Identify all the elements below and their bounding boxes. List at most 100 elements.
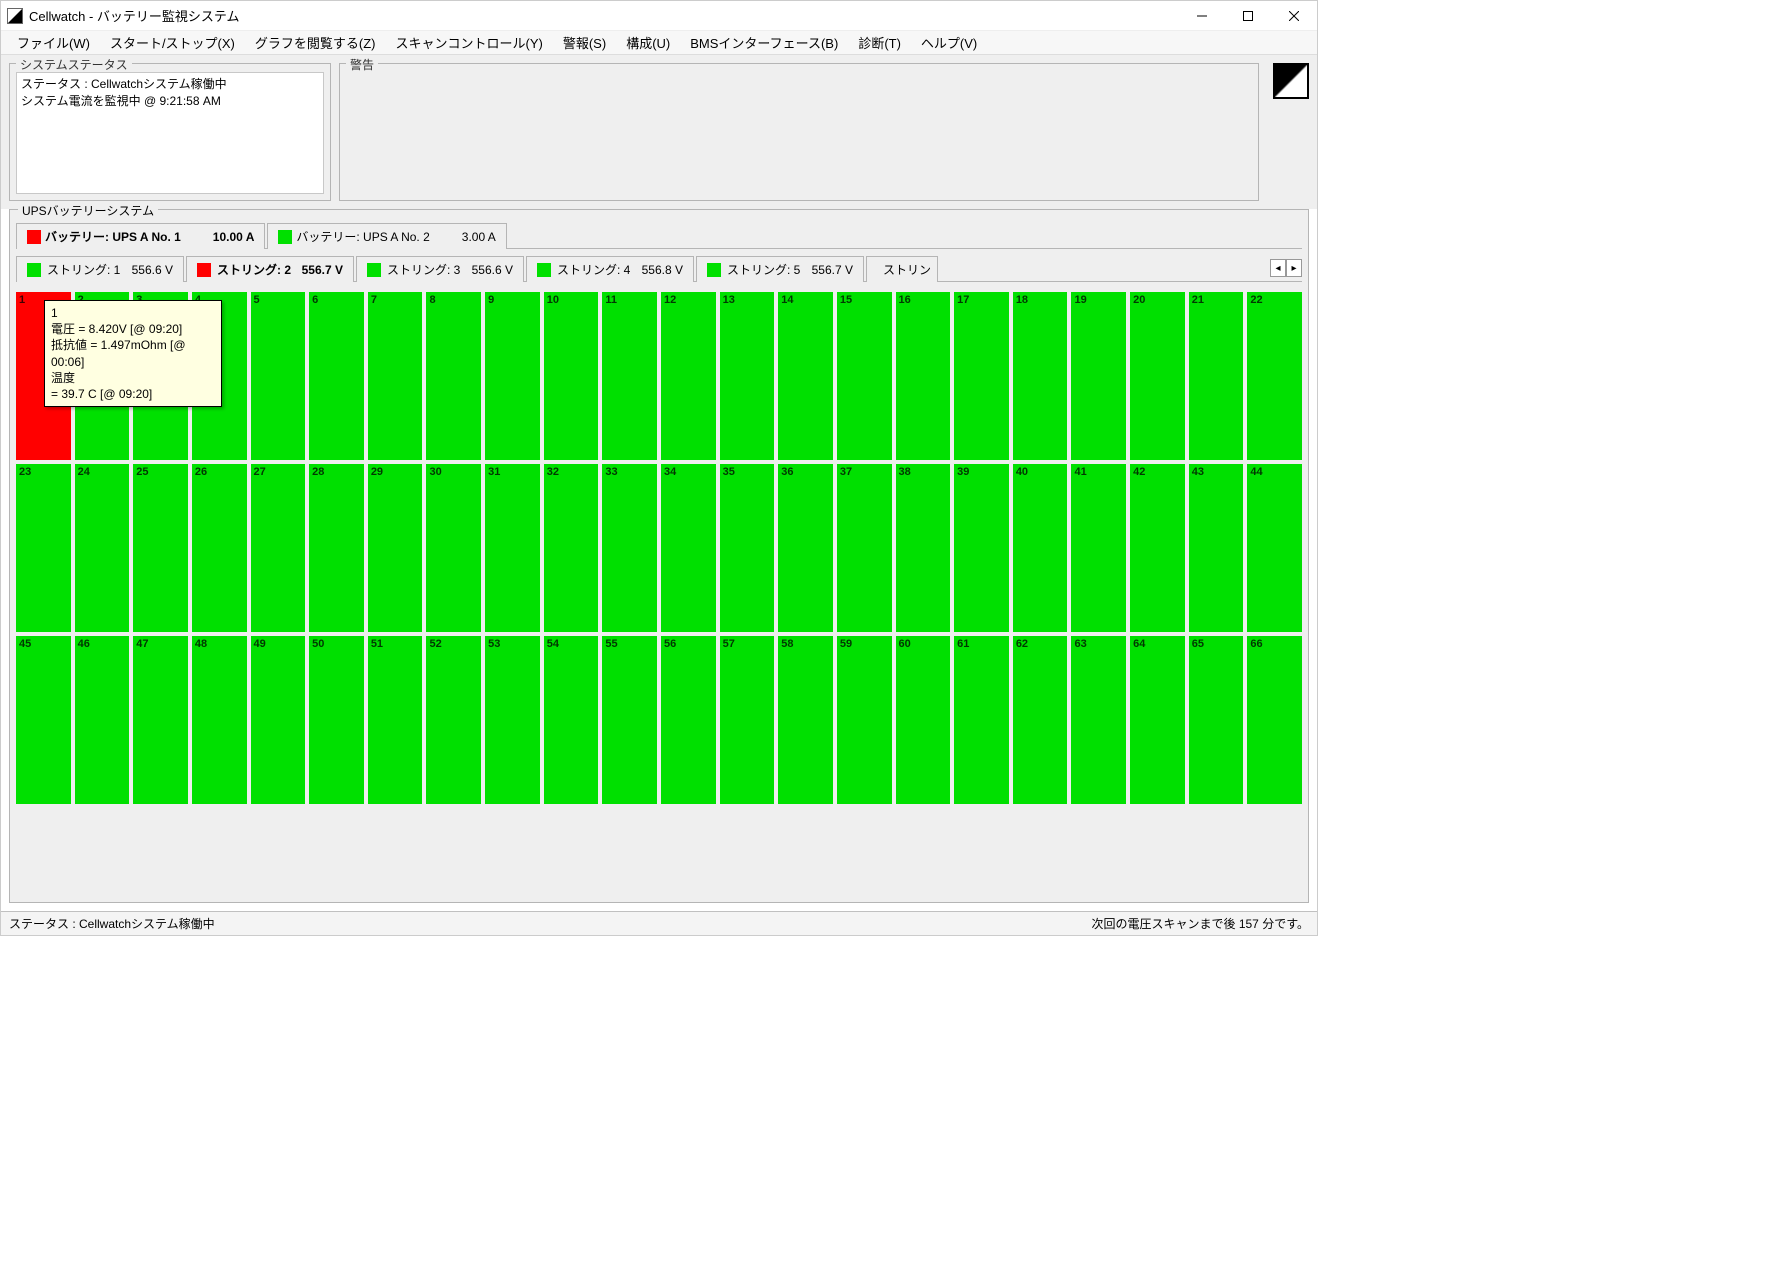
cell-41[interactable]: 41 <box>1071 464 1126 632</box>
cell-13[interactable]: 13 <box>720 292 775 460</box>
cell-26[interactable]: 26 <box>192 464 247 632</box>
menu-diag[interactable]: 診断(T) <box>850 31 909 54</box>
cell-25[interactable]: 25 <box>133 464 188 632</box>
cell-56[interactable]: 56 <box>661 636 716 804</box>
menu-bms[interactable]: BMSインターフェース(B) <box>682 31 846 54</box>
cell-64[interactable]: 64 <box>1130 636 1185 804</box>
cell-54[interactable]: 54 <box>544 636 599 804</box>
cell-37[interactable]: 37 <box>837 464 892 632</box>
cell-48[interactable]: 48 <box>192 636 247 804</box>
cell-6[interactable]: 6 <box>309 292 364 460</box>
cell-number: 63 <box>1074 638 1086 650</box>
cell-number: 31 <box>488 466 500 478</box>
scroll-right-button[interactable]: ▸ <box>1286 259 1302 277</box>
cell-52[interactable]: 52 <box>426 636 481 804</box>
cell-21[interactable]: 21 <box>1189 292 1244 460</box>
cell-43[interactable]: 43 <box>1189 464 1244 632</box>
cell-18[interactable]: 18 <box>1013 292 1068 460</box>
cell-9[interactable]: 9 <box>485 292 540 460</box>
window-controls <box>1179 1 1317 30</box>
cell-36[interactable]: 36 <box>778 464 833 632</box>
menu-alarm[interactable]: 警報(S) <box>555 31 614 54</box>
cell-55[interactable]: 55 <box>602 636 657 804</box>
cell-29[interactable]: 29 <box>368 464 423 632</box>
cell-8[interactable]: 8 <box>426 292 481 460</box>
cell-number: 28 <box>312 466 324 478</box>
cell-47[interactable]: 47 <box>133 636 188 804</box>
cell-50[interactable]: 50 <box>309 636 364 804</box>
cell-40[interactable]: 40 <box>1013 464 1068 632</box>
string-tab-2[interactable]: ストリング: 2556.7 V <box>186 256 354 282</box>
cell-53[interactable]: 53 <box>485 636 540 804</box>
cell-33[interactable]: 33 <box>602 464 657 632</box>
cell-number: 57 <box>723 638 735 650</box>
string-tab-4[interactable]: ストリング: 4556.8 V <box>526 256 694 282</box>
cell-63[interactable]: 63 <box>1071 636 1126 804</box>
cell-39[interactable]: 39 <box>954 464 1009 632</box>
battery-tab-1[interactable]: バッテリー: UPS A No. 110.00 A <box>16 223 265 249</box>
cell-66[interactable]: 66 <box>1247 636 1302 804</box>
string-tab-5[interactable]: ストリング: 5556.7 V <box>696 256 864 282</box>
cell-30[interactable]: 30 <box>426 464 481 632</box>
cell-44[interactable]: 44 <box>1247 464 1302 632</box>
cell-19[interactable]: 19 <box>1071 292 1126 460</box>
cell-49[interactable]: 49 <box>251 636 306 804</box>
cell-20[interactable]: 20 <box>1130 292 1185 460</box>
warning-panel-title: 警告 <box>346 56 378 73</box>
window-title: Cellwatch - バッテリー監視システム <box>29 6 1179 25</box>
cell-15[interactable]: 15 <box>837 292 892 460</box>
cell-27[interactable]: 27 <box>251 464 306 632</box>
cell-57[interactable]: 57 <box>720 636 775 804</box>
cell-35[interactable]: 35 <box>720 464 775 632</box>
cell-16[interactable]: 16 <box>896 292 951 460</box>
tooltip-voltage: 電圧 = 8.420V [@ 09:20] <box>51 321 215 337</box>
scroll-left-button[interactable]: ◂ <box>1270 259 1286 277</box>
cell-7[interactable]: 7 <box>368 292 423 460</box>
close-button[interactable] <box>1271 1 1317 30</box>
maximize-button[interactable] <box>1225 1 1271 30</box>
cell-28[interactable]: 28 <box>309 464 364 632</box>
cell-12[interactable]: 12 <box>661 292 716 460</box>
cell-5[interactable]: 5 <box>251 292 306 460</box>
status-list[interactable]: ステータス : Cellwatchシステム稼働中 システム電流を監視中 @ 9:… <box>16 72 324 194</box>
cell-42[interactable]: 42 <box>1130 464 1185 632</box>
cell-10[interactable]: 10 <box>544 292 599 460</box>
menu-config[interactable]: 構成(U) <box>618 31 678 54</box>
cell-51[interactable]: 51 <box>368 636 423 804</box>
cell-34[interactable]: 34 <box>661 464 716 632</box>
cell-59[interactable]: 59 <box>837 636 892 804</box>
cell-number: 43 <box>1192 466 1204 478</box>
cell-22[interactable]: 22 <box>1247 292 1302 460</box>
cell-62[interactable]: 62 <box>1013 636 1068 804</box>
cell-45[interactable]: 45 <box>16 636 71 804</box>
cell-17[interactable]: 17 <box>954 292 1009 460</box>
cell-65[interactable]: 65 <box>1189 636 1244 804</box>
cell-number: 7 <box>371 294 377 306</box>
cell-14[interactable]: 14 <box>778 292 833 460</box>
minimize-button[interactable] <box>1179 1 1225 30</box>
menu-graph[interactable]: グラフを閲覧する(Z) <box>247 31 384 54</box>
status-panel: システムステータス ステータス : Cellwatchシステム稼働中 システム電… <box>9 63 331 201</box>
cell-46[interactable]: 46 <box>75 636 130 804</box>
string-tab-1[interactable]: ストリング: 1556.6 V <box>16 256 184 282</box>
cell-38[interactable]: 38 <box>896 464 951 632</box>
cell-number: 9 <box>488 294 494 306</box>
menu-startstop[interactable]: スタート/ストップ(X) <box>102 31 243 54</box>
string-tab-3[interactable]: ストリング: 3556.6 V <box>356 256 524 282</box>
menu-scan[interactable]: スキャンコントロール(Y) <box>388 31 551 54</box>
menubar: ファイル(W) スタート/ストップ(X) グラフを閲覧する(Z) スキャンコント… <box>1 31 1317 55</box>
tooltip-resist: 抵抗値 = 1.497mOhm [@ 00:06] <box>51 337 215 369</box>
cell-61[interactable]: 61 <box>954 636 1009 804</box>
string-tab-label: ストリン <box>883 261 931 278</box>
cell-32[interactable]: 32 <box>544 464 599 632</box>
string-tab-overflow[interactable]: ストリン <box>866 256 938 282</box>
cell-23[interactable]: 23 <box>16 464 71 632</box>
cell-60[interactable]: 60 <box>896 636 951 804</box>
cell-58[interactable]: 58 <box>778 636 833 804</box>
battery-tab-2[interactable]: バッテリー: UPS A No. 23.00 A <box>267 223 506 249</box>
cell-24[interactable]: 24 <box>75 464 130 632</box>
cell-31[interactable]: 31 <box>485 464 540 632</box>
menu-help[interactable]: ヘルプ(V) <box>913 31 985 54</box>
menu-file[interactable]: ファイル(W) <box>9 31 98 54</box>
cell-11[interactable]: 11 <box>602 292 657 460</box>
